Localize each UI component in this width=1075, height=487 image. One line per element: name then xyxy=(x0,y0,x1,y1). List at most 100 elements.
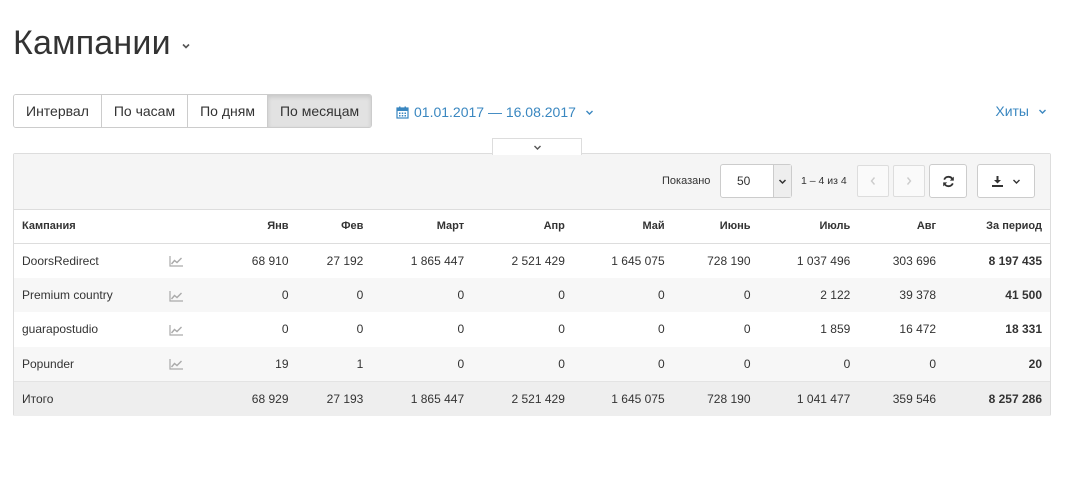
metric-selector-label: Хиты xyxy=(995,103,1029,119)
table-cell: 0 xyxy=(472,277,573,312)
interval-button-group: Интервал По часам По дням По месяцам xyxy=(13,94,373,128)
table-cell: 0 xyxy=(208,277,297,312)
table-cell xyxy=(169,312,209,347)
column-header[interactable]: Июль xyxy=(758,210,859,244)
date-range-label: 01.01.2017 — 16.08.2017 xyxy=(414,104,576,120)
chevron-down-icon xyxy=(1039,109,1046,114)
table-cell: 0 xyxy=(371,346,473,381)
table-toolbar: Показано 50 1 – 4 из 4 xyxy=(14,154,1050,210)
table-cell: 0 xyxy=(457,322,465,337)
table-cell-total: 8 257 286 xyxy=(944,380,1050,416)
table-cell: 0 xyxy=(858,346,945,381)
hourly-button[interactable]: По часам xyxy=(101,95,189,127)
table-cell-total: 18 331 xyxy=(1005,322,1042,337)
table-cell: 359 546 xyxy=(858,380,945,416)
table-cell xyxy=(168,346,209,381)
pagination xyxy=(857,165,929,197)
line-chart-icon[interactable] xyxy=(169,255,184,267)
table-cell: 27 193 xyxy=(296,380,372,416)
table-cell: 0 xyxy=(472,346,573,381)
date-range-picker[interactable]: 01.01.2017 — 16.08.2017 xyxy=(396,104,599,120)
table-cell: 1 645 075 xyxy=(611,253,665,268)
line-chart-icon[interactable] xyxy=(169,324,184,336)
line-chart-icon[interactable] xyxy=(169,358,184,370)
table-cell-total: 20 xyxy=(944,346,1050,381)
table-cell: 0 xyxy=(296,277,372,312)
total-label: Итого xyxy=(14,380,169,416)
prev-page-button[interactable] xyxy=(857,165,889,197)
monthly-button[interactable]: По месяцам xyxy=(267,95,372,127)
column-header[interactable]: Кампания xyxy=(14,210,169,244)
shown-label: Показано xyxy=(662,175,711,187)
column-header[interactable]: Янв xyxy=(208,210,297,244)
column-header[interactable]: Апр xyxy=(472,210,573,244)
per-page-select[interactable]: 50 xyxy=(720,164,792,198)
table-cell: 68 910 xyxy=(251,253,289,268)
table-cell: 19 xyxy=(208,346,297,381)
table-cell xyxy=(168,277,209,312)
table-cell: 1 041 477 xyxy=(758,380,859,416)
column-header[interactable]: Фев xyxy=(296,210,372,244)
chevron-down-icon xyxy=(585,110,593,115)
refresh-button[interactable] xyxy=(929,164,967,198)
table-cell: 1 865 447 xyxy=(410,253,465,268)
table-cell: 0 xyxy=(356,322,364,337)
page-title-text: Кампании xyxy=(13,24,171,62)
caret-down-icon[interactable] xyxy=(181,41,191,51)
table-cell: 728 190 xyxy=(707,253,751,268)
table-cell: 0 xyxy=(672,277,759,312)
table-cell: 303 696 xyxy=(892,253,937,268)
metric-selector[interactable]: Хиты xyxy=(995,103,1047,119)
column-header[interactable]: Март xyxy=(371,210,473,244)
table-cell-total: 41 500 xyxy=(944,277,1050,312)
interval-button[interactable]: Интервал xyxy=(14,95,102,127)
table-header-row: Кампания Янв Фев Март Апр Май Июнь Июль … xyxy=(14,210,1050,244)
line-chart-icon[interactable] xyxy=(169,290,184,302)
campaign-name[interactable]: DoorsRedirect xyxy=(14,243,169,278)
download-button[interactable] xyxy=(977,164,1035,198)
column-header[interactable]: Июнь xyxy=(672,210,759,244)
table-cell: 728 190 xyxy=(672,380,759,416)
chevron-down-icon xyxy=(1013,179,1020,184)
campaign-table-panel: Показано 50 1 – 4 из 4 Кампания Янв Фев … xyxy=(13,153,1051,416)
campaign-name[interactable]: Popunder xyxy=(14,346,169,381)
table-cell-total: 8 197 435 xyxy=(988,253,1042,268)
chevron-down-icon xyxy=(778,178,787,184)
per-page-value: 50 xyxy=(737,174,751,188)
table-cell: 0 xyxy=(672,346,759,381)
refresh-icon xyxy=(942,175,954,187)
table-cell: 2 521 429 xyxy=(511,253,565,268)
table-cell: 68 929 xyxy=(208,380,297,416)
table-row: DoorsRedirect 68 910 27 192 1 865 447 2 521 … xyxy=(14,243,1050,278)
table-cell: 0 xyxy=(743,322,751,337)
campaign-name[interactable]: guarapostudio xyxy=(14,312,169,347)
collapse-toggle[interactable] xyxy=(492,138,582,155)
column-header[interactable]: Май xyxy=(572,210,673,244)
table-row: Popunder 19 1 0 0 0 0 0 0 20 xyxy=(14,346,1050,381)
table-cell: 0 xyxy=(572,346,673,381)
table-cell: 0 xyxy=(657,322,665,337)
column-header[interactable]: За период xyxy=(944,210,1050,244)
campaign-name[interactable]: Premium country xyxy=(14,277,169,312)
table-cell: 2 521 429 xyxy=(472,380,573,416)
table-cell xyxy=(168,380,209,416)
daily-button[interactable]: По дням xyxy=(188,95,268,127)
table-row: guarapostudio 0 0 0 0 0 0 1 859 16 472 18 331 xyxy=(14,312,1050,347)
table-cell xyxy=(169,243,209,278)
page-title[interactable]: Кампании xyxy=(13,24,191,63)
calendar-icon xyxy=(396,106,409,119)
campaign-table: Кампания Янв Фев Март Апр Май Июнь Июль … xyxy=(14,210,1050,416)
download-icon xyxy=(992,175,1003,187)
column-header xyxy=(168,210,209,244)
table-cell: 1 xyxy=(296,346,372,381)
chevron-right-icon xyxy=(906,177,912,185)
table-cell: 1 037 496 xyxy=(796,253,851,268)
table-cell: 1 865 447 xyxy=(371,380,473,416)
table-cell: 2 122 xyxy=(758,277,859,312)
table-cell: 1 645 075 xyxy=(572,380,673,416)
column-header[interactable]: Авг xyxy=(858,210,945,244)
next-page-button[interactable] xyxy=(893,165,925,197)
select-arrow xyxy=(773,165,791,197)
chevron-down-icon xyxy=(533,145,541,150)
table-total-row: Итого 68 929 27 193 1 865 447 2 521 429 … xyxy=(14,380,1050,416)
